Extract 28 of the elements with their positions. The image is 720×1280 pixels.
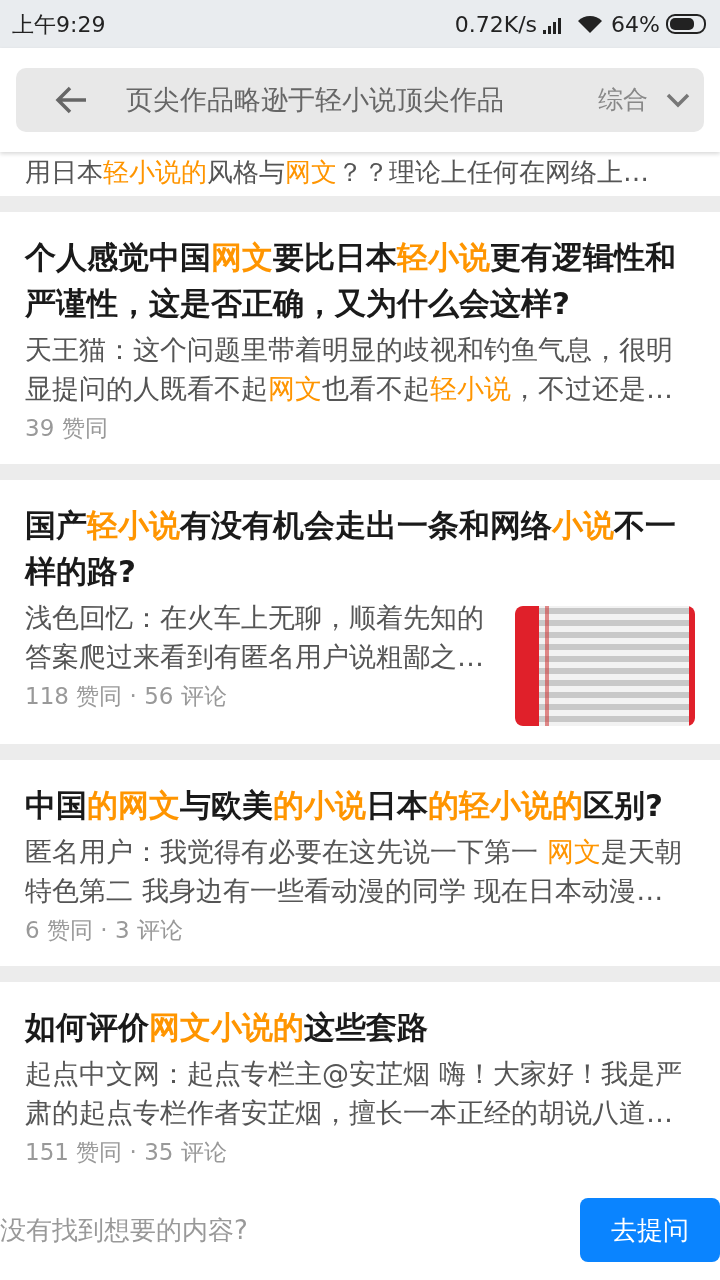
- question-title: 国产轻小说有没有机会走出一条和网络小说不一样的路?: [25, 506, 677, 591]
- search-field[interactable]: 页尖作品略逊于轻小说顶尖作品 综合: [16, 68, 704, 132]
- result-card[interactable]: 个人感觉中国网文要比日本轻小说更有逻辑性和严谨性，这是否正确，又为什么会这样? 天王猫：这个问题里带着明显的歧视和钓鱼气息，很明显提问的人既看不起网文也看不起轻小说，不过还是… 39 赞同: [0, 212, 720, 464]
- prompt-text: 没有找到想要的内容?: [0, 1213, 249, 1247]
- answer-excerpt: 浅色回忆：在火车上无聊，顺着先知的答案爬过来看到有匿名用户说粗鄙之…: [25, 601, 485, 674]
- answer-excerpt: 匿名用户：我觉得有必要在这先说一下第一 网文是天朝特色第二 我身边有一些看动漫的同学 现在日本动漫…: [25, 835, 683, 908]
- ask-question-button[interactable]: 去提问: [580, 1198, 720, 1262]
- back-icon[interactable]: [54, 85, 88, 115]
- question-title: 如何评价网文小说的这些套路: [25, 1008, 429, 1047]
- status-time: 上午9:29: [12, 10, 106, 39]
- result-card[interactable]: 国产轻小说有没有机会走出一条和网络小说不一样的路? 浅色回忆：在火车上无聊，顺着先知的答案爬过来看到有匿名用户说粗鄙之… 118 赞同 · 56 评论: [0, 480, 720, 744]
- network-speed: 0.72K/s: [454, 10, 538, 39]
- wifi-icon: [577, 14, 604, 34]
- question-title: 中国的网文与欧美的小说日本的轻小说的区别?: [25, 786, 664, 825]
- answer-excerpt: 用日本轻小说的风格与网文？？理论上任何在网络上…: [0, 152, 720, 196]
- search-query: 页尖作品略逊于轻小说顶尖作品: [126, 82, 504, 117]
- result-card[interactable]: 中国的网文与欧美的小说日本的轻小说的区别? 匿名用户：我觉得有必要在这先说一下第一 网文是天朝特色第二 我身边有一些看动漫的同学 现在日本动漫… 6 赞同 · 3 评论: [0, 760, 720, 966]
- result-meta: 39 赞同: [25, 414, 109, 443]
- battery-percent: 64%: [611, 10, 660, 39]
- result-meta: 118 赞同 · 56 评论: [25, 682, 228, 711]
- chevron-down-icon: [666, 92, 690, 108]
- answer-excerpt: 天王猫：这个问题里带着明显的歧视和钓鱼气息，很明显提问的人既看不起网文也看不起轻小说，不过还是…: [25, 333, 674, 406]
- answer-excerpt: 起点中文网：起点专栏主@安芷烟 嗨！大家好！我是严肃的起点专栏作者安芷烟，擅长一本正经的胡说八道…: [25, 1057, 683, 1130]
- result-meta: 151 赞同 · 35 评论: [25, 1138, 228, 1167]
- battery-icon: [666, 14, 708, 34]
- result-card[interactable]: 如何评价网文小说的这些套路 起点中文网：起点专栏主@安芷烟 嗨！大家好！我是严肃的起点专栏作者安芷烟，擅长一本正经的胡说八道… 151 赞同 · 35 评论: [0, 982, 720, 1180]
- result-meta: 6 赞同 · 3 评论: [25, 916, 184, 945]
- question-title: 个人感觉中国网文要比日本轻小说更有逻辑性和严谨性，这是否正确，又为什么会这样?: [25, 238, 677, 323]
